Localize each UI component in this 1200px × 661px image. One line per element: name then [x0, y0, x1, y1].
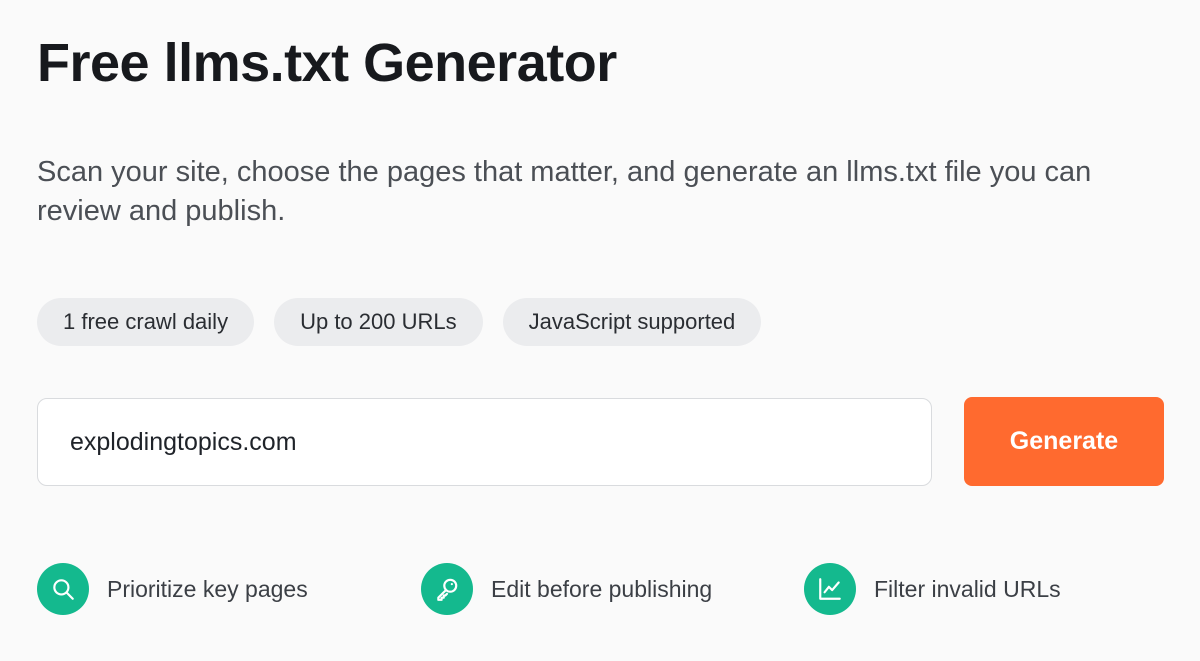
feature-label: Edit before publishing	[491, 575, 713, 602]
generate-button[interactable]: Generate	[964, 397, 1164, 486]
page-title: Free llms.txt Generator	[37, 33, 617, 93]
page-subtitle: Scan your site, choose the pages that ma…	[37, 156, 1092, 227]
feature-filter: Filter invalid URLs	[804, 563, 1061, 615]
key-icon	[421, 563, 473, 615]
feature-label: Prioritize key pages	[107, 575, 308, 602]
feature-prioritize: Prioritize key pages	[37, 563, 308, 615]
url-input[interactable]	[37, 398, 932, 486]
search-icon	[37, 563, 89, 615]
chip-javascript: JavaScript supported	[502, 298, 762, 346]
feature-edit: Edit before publishing	[421, 563, 712, 615]
chart-icon	[804, 563, 856, 615]
feature-label: Filter invalid URLs	[874, 575, 1061, 602]
chip-url-limit: Up to 200 URLs	[274, 298, 483, 346]
chip-free-crawl: 1 free crawl daily	[37, 298, 255, 346]
page: Free llms.txt Generator Scan your site, …	[0, 0, 1200, 661]
feature-list: Prioritize key pages Edit before publish…	[37, 563, 1167, 615]
feature-chips: 1 free crawl daily Up to 200 URLs JavaSc…	[37, 298, 762, 346]
